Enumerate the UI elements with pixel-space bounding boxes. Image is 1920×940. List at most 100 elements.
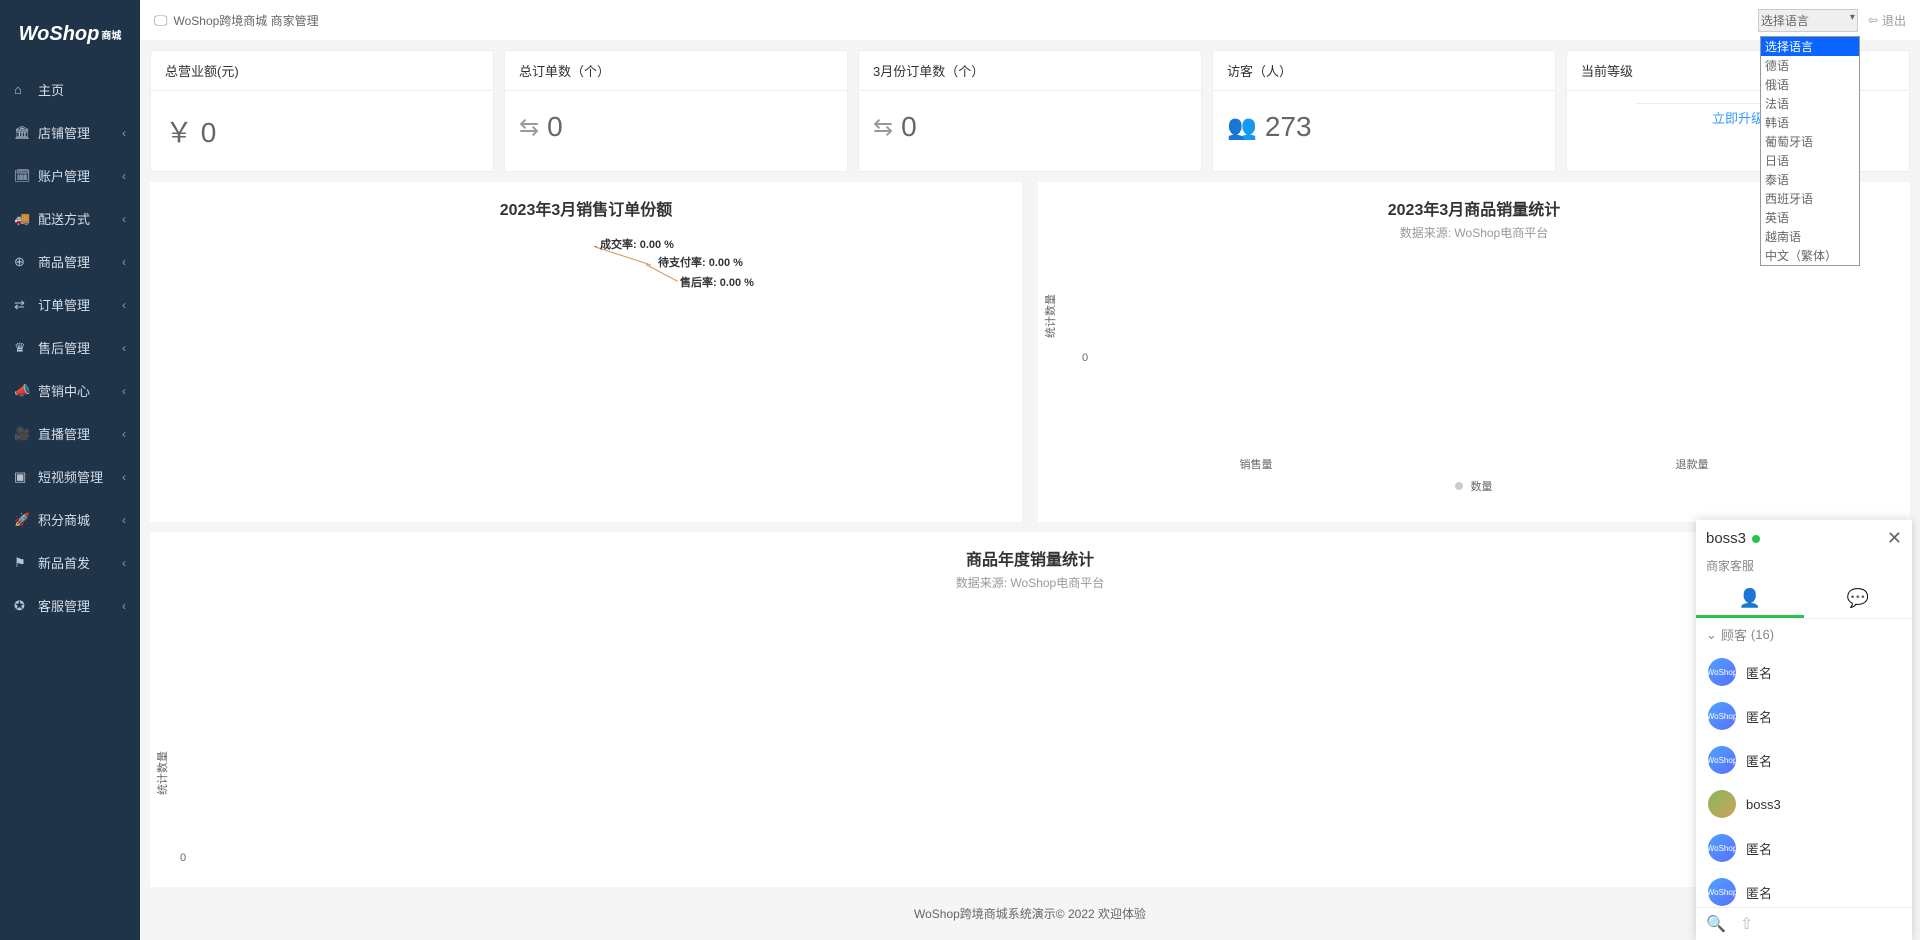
logout-icon: ⇦	[1868, 13, 1878, 27]
content: 总营业额(元) ￥ 0 总订单数（个） ⇆ 0 3月份订单数（个） ⇆	[140, 40, 1920, 940]
pie-label-pending: 待支付率: 0.00 %	[658, 254, 743, 270]
monitor-icon: 🖵	[154, 12, 168, 29]
topbar: 🖵 WoShop跨境商城 商家管理 选择语言 ▾ ⇦ 退出 选择语言德语俄语法语…	[140, 0, 1920, 40]
footer: WoShop跨境商城系统演示© 2022 欢迎体验	[150, 897, 1910, 930]
sidebar-item-3[interactable]: 🚚 配送方式 ‹	[0, 197, 140, 240]
logout-label: 退出	[1882, 12, 1906, 29]
contact-row[interactable]: boss3	[1696, 782, 1912, 826]
stat-title: 访客（人）	[1213, 51, 1555, 91]
sidebar-item-8[interactable]: 🎥直播管理‹	[0, 412, 140, 455]
chat-role: 商家客服	[1696, 557, 1912, 582]
nav-label: 直播管理	[38, 424, 90, 443]
upload-icon[interactable]: ⇧	[1740, 914, 1753, 934]
nav-label: 主页	[38, 80, 64, 99]
chat-bubble-icon: 💬	[1847, 588, 1869, 608]
chart-subtitle: 数据来源: WoShop电商平台	[164, 574, 1896, 591]
lang-option[interactable]: 德语	[1761, 56, 1859, 75]
y-axis-tick: 0	[1082, 352, 1088, 364]
sidebar-item-10[interactable]: 🚀积分商城‹	[0, 498, 140, 541]
y-axis-label: 统计数量	[154, 751, 170, 795]
nav-label: 客服管理	[38, 596, 90, 615]
lang-option[interactable]: 法语	[1761, 94, 1859, 113]
chevron-left-icon: ‹	[122, 556, 126, 570]
contact-row[interactable]: WoShop匿名	[1696, 826, 1912, 870]
lang-option[interactable]: 选择语言	[1761, 37, 1859, 56]
chevron-left-icon: ‹	[122, 212, 126, 226]
avatar	[1708, 790, 1736, 818]
chart-title: 商品年度销量统计	[164, 546, 1896, 570]
nav-label: 新品首发	[38, 553, 90, 572]
x-axis-tick: 退款量	[1676, 456, 1709, 472]
nav-label: 商品管理	[38, 252, 90, 271]
search-icon[interactable]: 🔍	[1706, 914, 1726, 934]
contact-row[interactable]: WoShop匿名	[1696, 650, 1912, 694]
close-icon[interactable]: ✕	[1887, 528, 1902, 549]
stat-month-orders: 3月份订单数（个） ⇆ 0	[858, 50, 1202, 172]
contact-row[interactable]: WoShop匿名	[1696, 694, 1912, 738]
avatar: WoShop	[1708, 878, 1736, 906]
stat-visitors: 访客（人） 👥 273	[1212, 50, 1556, 172]
person-icon: 👤	[1739, 588, 1761, 608]
sidebar-item-12[interactable]: ✪客服管理‹	[0, 584, 140, 627]
avatar: WoShop	[1708, 746, 1736, 774]
chart-legend[interactable]: 数量	[1038, 478, 1910, 494]
orders-icon: ⇆	[519, 113, 539, 142]
contact-group-header[interactable]: ⌄ 顾客 (16)	[1696, 619, 1912, 650]
tab-contacts[interactable]: 👤	[1696, 582, 1804, 618]
nav-icon: ⊕	[14, 254, 30, 270]
group-label: 顾客	[1721, 625, 1747, 644]
stat-title: 总营业额(元)	[151, 51, 493, 91]
nav-icon: ✪	[14, 598, 30, 614]
lang-option[interactable]: 英语	[1761, 208, 1859, 227]
tab-messages[interactable]: 💬	[1804, 582, 1912, 618]
sidebar-item-5[interactable]: ⇄订单管理‹	[0, 283, 140, 326]
sidebar-item-9[interactable]: ▣短视频管理‹	[0, 455, 140, 498]
nav-icon: 📣	[14, 383, 30, 399]
sidebar-item-2[interactable]: 🗓账户管理‹	[0, 154, 140, 197]
sidebar-item-6[interactable]: ♛售后管理‹	[0, 326, 140, 369]
nav-label: 配送方式	[38, 209, 90, 228]
chat-tabs: 👤 💬	[1696, 582, 1912, 619]
avatar: WoShop	[1708, 702, 1736, 730]
language-select[interactable]: 选择语言 ▾	[1758, 9, 1858, 32]
lang-option[interactable]: 西班牙语	[1761, 189, 1859, 208]
nav-icon: 🎥	[14, 426, 30, 442]
y-axis-label: 统计数量	[1042, 294, 1058, 338]
contact-row[interactable]: WoShop匿名	[1696, 738, 1912, 782]
lang-option[interactable]: 越南语	[1761, 227, 1859, 246]
lang-option[interactable]: 中文（繁体）	[1761, 246, 1859, 265]
chart-annual-sales: 商品年度销量统计 数据来源: WoShop电商平台 统计数量 0	[150, 532, 1910, 887]
sidebar-item-0[interactable]: ⌂ 主页	[0, 68, 140, 111]
sidebar-item-4[interactable]: ⊕商品管理‹	[0, 240, 140, 283]
nav-label: 售后管理	[38, 338, 90, 357]
sidebar-item-1[interactable]: 🏛店铺管理‹	[0, 111, 140, 154]
nav-label: 短视频管理	[38, 467, 103, 486]
lang-option[interactable]: 葡萄牙语	[1761, 132, 1859, 151]
lang-option[interactable]: 俄语	[1761, 75, 1859, 94]
logout-button[interactable]: ⇦ 退出	[1868, 12, 1906, 29]
language-select-value: 选择语言	[1761, 14, 1809, 28]
chevron-down-icon: ▾	[1850, 12, 1855, 23]
sidebar-item-7[interactable]: 📣营销中心‹	[0, 369, 140, 412]
sidebar: WoShop 商城 ⌂主页🏛店铺管理‹🗓账户管理‹🚚配送方式‹⊕商品管理‹⇄订单…	[0, 0, 140, 940]
contact-name: 匿名	[1746, 839, 1772, 858]
chart-sales-share: 2023年3月销售订单份额 成交率: 0.00 % 待支付率: 0.00 % 售…	[150, 182, 1022, 522]
nav-icon: ⌂	[14, 82, 30, 97]
language-dropdown[interactable]: 选择语言德语俄语法语韩语葡萄牙语日语泰语西班牙语英语越南语中文（繁体）	[1760, 36, 1860, 266]
lang-option[interactable]: 日语	[1761, 151, 1859, 170]
contact-row[interactable]: WoShop 匿名	[1696, 870, 1912, 907]
nav-icon: 🚚	[14, 211, 30, 227]
legend-label: 数量	[1471, 481, 1493, 493]
nav: ⌂主页🏛店铺管理‹🗓账户管理‹🚚配送方式‹⊕商品管理‹⇄订单管理‹♛售后管理‹📣…	[0, 58, 140, 627]
breadcrumb: 🖵 WoShop跨境商城 商家管理	[154, 12, 319, 29]
lang-option[interactable]: 泰语	[1761, 170, 1859, 189]
nav-label: 积分商城	[38, 510, 90, 529]
pie-label-after: 售后率: 0.00 %	[680, 274, 754, 290]
stats-row: 总营业额(元) ￥ 0 总订单数（个） ⇆ 0 3月份订单数（个） ⇆	[150, 50, 1910, 172]
contact-name: 匿名	[1746, 883, 1772, 902]
sidebar-item-11[interactable]: ⚑新品首发‹	[0, 541, 140, 584]
charts-row: 2023年3月销售订单份额 成交率: 0.00 % 待支付率: 0.00 % 售…	[150, 182, 1910, 522]
stat-value: 0	[901, 111, 917, 143]
chat-username: boss3	[1706, 530, 1746, 547]
lang-option[interactable]: 韩语	[1761, 113, 1859, 132]
